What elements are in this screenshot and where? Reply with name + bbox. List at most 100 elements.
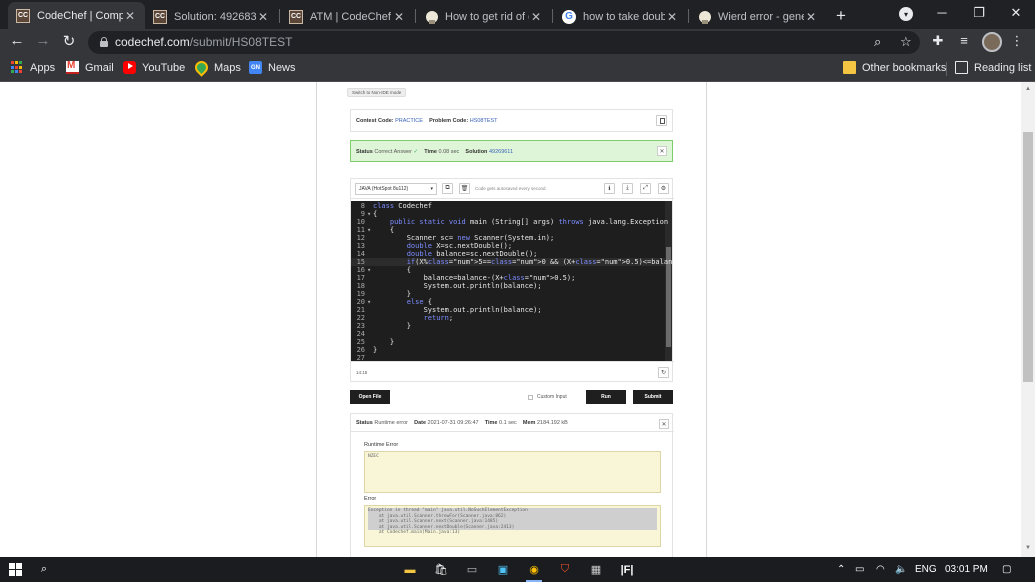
battery-icon[interactable]: ▭ <box>855 564 864 575</box>
forward-icon[interactable]: → <box>33 32 53 49</box>
reading-list[interactable]: Reading list <box>955 61 1031 74</box>
close-icon[interactable]: ✕ <box>392 10 406 24</box>
profile-avatar[interactable] <box>982 32 1002 52</box>
bookmark-news[interactable]: GN News <box>249 61 296 74</box>
run-button[interactable]: Run <box>586 390 626 404</box>
intellij-icon[interactable]: |F| <box>618 561 636 578</box>
app-icon[interactable]: ▭ <box>463 561 481 578</box>
fullscreen-icon[interactable]: ⤢ <box>640 183 651 194</box>
copy-code-icon[interactable]: ⧉ <box>442 183 453 194</box>
new-tab-button[interactable]: + <box>836 6 846 26</box>
code-line[interactable]: 26} <box>351 346 665 354</box>
info-icon[interactable]: ℹ <box>604 183 615 194</box>
custom-input-checkbox[interactable] <box>528 394 533 400</box>
code-editor[interactable]: 8 class Codechef 9 ▾{10 public static void … <box>351 201 672 361</box>
close-icon[interactable]: ✕ <box>529 10 543 24</box>
volume-icon[interactable]: 🔈 <box>895 564 907 575</box>
time-value: 0.08 sec <box>438 149 460 155</box>
switch-non-ide-button[interactable]: Switch to Non-IDE mode <box>347 88 407 97</box>
settings-gear-icon[interactable]: ⚙ <box>658 183 669 194</box>
contest-code-link[interactable]: PRACTICE <box>395 118 423 124</box>
scroll-up-icon[interactable]: ▲ <box>1024 86 1032 92</box>
tab-wierd-error[interactable]: Wierd error - gene ✕ <box>691 4 826 29</box>
address-bar[interactable]: codechef.com/submit/HS08TEST ⌕ ☆ <box>88 31 920 54</box>
code-line[interactable]: 19 } <box>351 290 665 298</box>
scrollbar-thumb[interactable] <box>1023 132 1033 382</box>
notifications-icon[interactable]: ▢ <box>1002 564 1011 575</box>
submit-button[interactable]: Submit <box>633 390 673 404</box>
bookmark-youtube[interactable]: YouTube <box>123 61 185 74</box>
close-icon[interactable]: ✕ <box>659 419 669 429</box>
minimize-icon[interactable]: ─ <box>932 5 952 20</box>
bookmark-star-icon[interactable]: ☆ <box>900 34 912 50</box>
code-line[interactable]: 17 balance=balance-(X+class="num">0.5); <box>351 274 665 282</box>
file-explorer-icon[interactable]: ▬ <box>401 561 419 578</box>
code-line[interactable]: 24 <box>351 330 665 338</box>
reload-icon[interactable]: ↻ <box>59 32 79 50</box>
chrome-icon[interactable]: ◉ <box>525 561 543 582</box>
clock[interactable]: 03:01 PM <box>945 564 988 575</box>
code-line[interactable]: 21 System.out.println(balance); <box>351 306 665 314</box>
code-line[interactable]: 25 } <box>351 338 665 346</box>
search-icon[interactable]: ⌕ <box>35 561 53 578</box>
other-bookmarks[interactable]: Other bookmarks <box>843 61 946 74</box>
close-icon[interactable]: ✕ <box>804 10 818 24</box>
zoom-search-icon[interactable]: ⌕ <box>874 34 881 50</box>
code-line[interactable]: 23 } <box>351 322 665 330</box>
solution-link[interactable]: 49269611 <box>489 149 513 155</box>
url-text[interactable]: codechef.com/submit/HS08TEST <box>115 35 292 49</box>
store-icon[interactable]: 🛍 <box>432 561 450 578</box>
code-line[interactable]: 22 return; <box>351 314 665 322</box>
code-line[interactable]: 12 Scanner sc= new Scanner(System.in); <box>351 234 665 242</box>
code-line[interactable]: 11 ▾ { <box>351 226 665 234</box>
bookmark-apps[interactable]: Apps <box>11 61 55 74</box>
code-line[interactable]: 13 double X=sc.nextDouble(); <box>351 242 665 250</box>
download-icon[interactable]: ⤓ <box>622 183 633 194</box>
menu-kebab-icon[interactable]: ⋮ <box>1008 33 1026 49</box>
scroll-down-icon[interactable]: ▼ <box>1024 545 1032 551</box>
tab-atm[interactable]: CC ATM | CodeChef ✕ <box>281 4 414 29</box>
chevron-down-icon: ▾ <box>430 186 433 192</box>
media-control-icon[interactable]: ≡ <box>955 33 973 48</box>
tab-how-to-get-rid[interactable]: How to get rid of g ✕ <box>418 4 551 29</box>
close-window-icon[interactable]: ✕ <box>1006 5 1026 21</box>
brave-icon[interactable]: ⛉ <box>556 561 574 578</box>
restore-icon[interactable]: ❐ <box>969 5 989 21</box>
page-scrollbar[interactable]: ▲ ▼ <box>1021 82 1035 557</box>
code-line[interactable]: 10 public static void main (String[] arg… <box>351 218 669 226</box>
lock-icon[interactable] <box>100 37 108 47</box>
extensions-icon[interactable]: ✚ <box>929 33 947 49</box>
bookmark-maps[interactable]: Maps <box>192 58 241 77</box>
bookmark-gmail[interactable]: Gmail <box>66 60 114 74</box>
custom-input-toggle[interactable]: Custom Input <box>528 394 567 400</box>
copy-icon[interactable] <box>656 115 667 126</box>
language-indicator[interactable]: ENG <box>915 564 937 575</box>
code-line[interactable]: 9 ▾{ <box>351 210 665 218</box>
refresh-icon[interactable]: ↻ <box>658 367 669 378</box>
calculator-icon[interactable]: ▦ <box>587 561 605 578</box>
tab-search-icon[interactable]: ▾ <box>899 7 913 21</box>
close-icon[interactable]: ✕ <box>665 10 679 24</box>
back-icon[interactable]: ← <box>7 32 27 49</box>
problem-code-link[interactable]: HS08TEST <box>470 118 498 124</box>
wifi-icon[interactable]: ◠ <box>876 564 885 575</box>
tab-codechef-compete[interactable]: CC CodeChef | Compet ✕ <box>8 2 145 29</box>
code-line[interactable]: 15 if(X%class="num">5==class="num">0 && … <box>351 258 672 266</box>
code-line[interactable]: 20 ▾ else { <box>351 298 665 306</box>
tab-how-to-take-double[interactable]: G how to take double ✕ <box>554 4 687 29</box>
code-line[interactable]: 27 <box>351 354 665 361</box>
chevron-up-icon[interactable]: ⌃ <box>837 564 845 575</box>
windows-start-icon[interactable] <box>6 561 24 578</box>
code-line[interactable]: 16 ▾ { <box>351 266 665 274</box>
close-icon[interactable]: ✕ <box>256 10 270 24</box>
close-icon[interactable]: ✕ <box>123 9 137 23</box>
delete-icon[interactable]: 🗑 <box>459 183 470 194</box>
open-file-button[interactable]: Open File <box>350 390 390 404</box>
code-line[interactable]: 18 System.out.println(balance); <box>351 282 665 290</box>
tab-solution[interactable]: CC Solution: 49268332 ✕ <box>145 4 278 29</box>
code-line[interactable]: 8 class Codechef <box>351 202 665 210</box>
photos-icon[interactable]: ▣ <box>494 561 512 578</box>
close-icon[interactable]: ✕ <box>657 146 667 156</box>
code-line[interactable]: 14 double balance=sc.nextDouble(); <box>351 250 665 258</box>
language-select[interactable]: JAVA (HotSpot 8u112) ▾ <box>355 183 437 195</box>
